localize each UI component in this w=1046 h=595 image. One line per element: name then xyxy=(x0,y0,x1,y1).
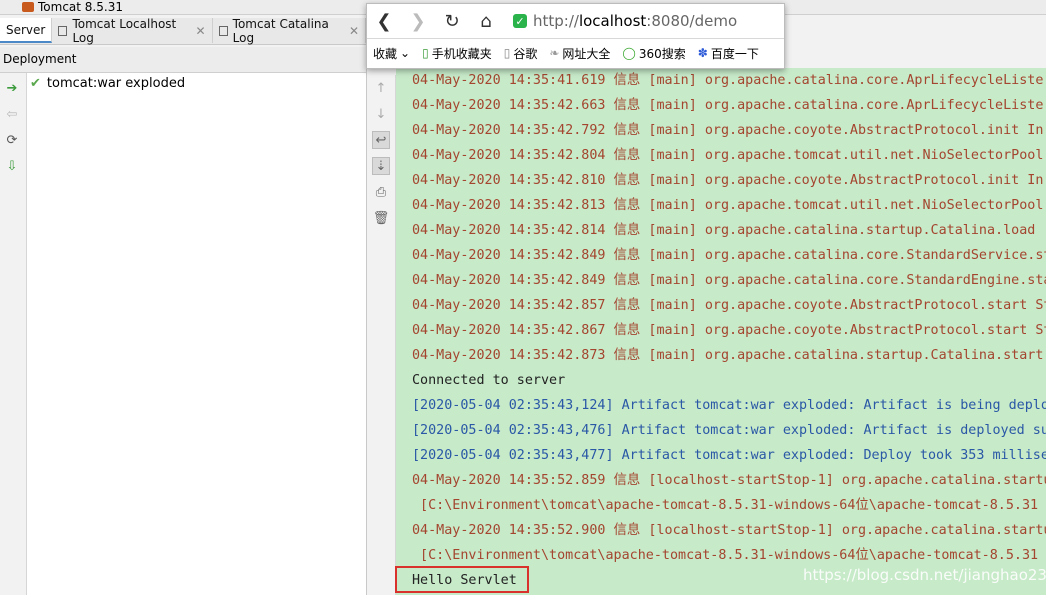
bookmark-label: 收藏 xyxy=(373,46,398,61)
circle-icon: ◯ xyxy=(622,46,636,60)
down-arrow-icon[interactable]: ↓ xyxy=(372,105,390,123)
bookmarks-bar: 收藏 ⌄ ▯ 手机收藏夹 ▯ 谷歌 ❧ 网址大全 ◯ 360搜索 ✽ 百度一下 xyxy=(367,39,784,67)
refresh-icon[interactable]: ⟳ xyxy=(3,131,21,149)
print-icon[interactable]: ⎙ xyxy=(372,183,390,201)
phone-icon: ▯ xyxy=(422,46,429,60)
deploy-all-icon[interactable]: ⇩ xyxy=(3,157,21,175)
home-icon[interactable]: ⌂ xyxy=(469,6,503,36)
page-icon: ▯ xyxy=(503,46,511,60)
deploy-icon[interactable]: ➔ xyxy=(3,79,21,97)
check-icon: ✔ xyxy=(30,76,41,91)
tab-label: Tomcat Localhost Log xyxy=(72,16,177,45)
url-rest: :8080/demo xyxy=(646,12,738,30)
log-line: [C:\Environment\tomcat\apache-tomcat-8.5… xyxy=(412,498,1039,513)
soft-wrap-icon[interactable]: ↩ xyxy=(372,131,390,149)
bookmark-baidu[interactable]: ✽ 百度一下 xyxy=(698,45,759,62)
chevron-down-icon: ⌄ xyxy=(400,46,411,60)
tab-server[interactable]: Server xyxy=(0,18,53,43)
browser-window: ❮ ❯ ↻ ⌂ ✓ http://localhost:8080/demo 收藏 ⌄… xyxy=(366,3,785,69)
run-config-title: Tomcat 8.5.31 xyxy=(38,0,123,14)
paw-icon: ✽ xyxy=(697,46,708,60)
log-line: 04-May-2020 14:35:42.857 信息 [main] org.a… xyxy=(412,298,1046,313)
log-icon xyxy=(58,25,68,36)
log-line: 04-May-2020 14:35:42.813 信息 [main] org.a… xyxy=(412,198,1046,213)
log-line: 04-May-2020 14:35:41.619 信息 [main] org.a… xyxy=(412,73,1044,88)
log-line: 04-May-2020 14:35:42.810 信息 [main] org.a… xyxy=(412,173,1044,188)
log-line: 04-May-2020 14:35:42.867 信息 [main] org.a… xyxy=(412,323,1046,338)
forward-icon[interactable]: ❯ xyxy=(401,6,435,36)
close-icon[interactable]: ✕ xyxy=(349,24,359,38)
log-line: [2020-05-04 02:35:43,477] Artifact tomca… xyxy=(412,448,1046,463)
bookmark-google[interactable]: ▯ 谷歌 xyxy=(504,45,538,62)
watermark: https://blog.csdn.net/jianghao233 xyxy=(803,566,1046,584)
console-toolbar: ↑ ↓ ↩ ⇣ ⎙ 🗑 xyxy=(367,75,396,595)
log-line: [C:\Environment\tomcat\apache-tomcat-8.5… xyxy=(412,548,1039,563)
log-line: 04-May-2020 14:35:42.792 信息 [main] org.a… xyxy=(412,123,1044,138)
tomcat-icon xyxy=(22,2,34,12)
bookmark-360-search[interactable]: ◯ 360搜索 xyxy=(622,45,685,62)
log-line: 04-May-2020 14:35:42.849 信息 [main] org.a… xyxy=(412,273,1046,288)
tab-label: Tomcat Catalina Log xyxy=(232,16,329,45)
url-host: localhost xyxy=(578,12,647,30)
trash-icon[interactable]: 🗑 xyxy=(372,209,390,227)
scroll-to-end-icon[interactable]: ⇣ xyxy=(372,157,390,175)
log-line: 04-May-2020 14:35:52.900 信息 [localhost-s… xyxy=(412,523,1046,538)
leaf-icon: ❧ xyxy=(549,46,560,60)
bookmark-mobile[interactable]: ▯ 手机收藏夹 xyxy=(422,45,492,62)
deployment-toolbar: ➔ ⇦ ⟳ ⇩ xyxy=(0,73,27,595)
bookmark-web-directory[interactable]: ❧ 网址大全 xyxy=(549,45,610,62)
close-icon[interactable]: ✕ xyxy=(196,24,206,38)
up-arrow-icon[interactable]: ↑ xyxy=(372,79,390,97)
deployment-item[interactable]: ✔ tomcat:war exploded xyxy=(30,76,185,91)
back-icon[interactable]: ❮ xyxy=(367,6,401,36)
bookmark-label: 360搜索 xyxy=(638,46,686,61)
deployment-item-label: tomcat:war exploded xyxy=(46,76,186,91)
bookmark-label: 手机收藏夹 xyxy=(431,46,492,61)
log-line: 04-May-2020 14:35:42.663 信息 [main] org.a… xyxy=(412,98,1044,113)
shield-icon: ✓ xyxy=(513,14,527,28)
deployment-header: Deployment xyxy=(0,47,366,73)
bookmark-favorites[interactable]: 收藏 ⌄ xyxy=(373,45,410,62)
tab-tomcat-localhost-log[interactable]: Tomcat Localhost Log ✕ xyxy=(52,16,213,45)
log-line: 04-May-2020 14:35:42.873 信息 [main] org.a… xyxy=(412,348,1044,363)
url-text: http://localhost:8080/demo xyxy=(533,12,737,30)
undeploy-icon[interactable]: ⇦ xyxy=(3,105,21,123)
log-line: Connected to server xyxy=(412,373,566,388)
deployment-pane: Deployment ➔ ⇦ ⟳ ⇩ ✔ tomcat:war exploded xyxy=(0,47,367,595)
address-bar[interactable]: ✓ http://localhost:8080/demo xyxy=(513,12,737,30)
tool-window-tabs: Server Tomcat Localhost Log ✕ Tomcat Cat… xyxy=(0,16,366,45)
reload-icon[interactable]: ↻ xyxy=(435,6,469,36)
log-line: 04-May-2020 14:35:52.859 信息 [localhost-s… xyxy=(412,473,1046,488)
log-line: 04-May-2020 14:35:42.804 信息 [main] org.a… xyxy=(412,148,1046,163)
browser-navbar: ❮ ❯ ↻ ⌂ ✓ http://localhost:8080/demo xyxy=(367,4,784,39)
log-line: [2020-05-04 02:35:43,476] Artifact tomca… xyxy=(412,423,1046,438)
bookmark-label: 谷歌 xyxy=(513,46,538,61)
tab-label: Server xyxy=(6,22,46,37)
run-config-tab[interactable]: Tomcat 8.5.31 xyxy=(22,0,123,14)
log-line: 04-May-2020 14:35:42.814 信息 [main] org.a… xyxy=(412,223,1036,238)
bookmark-label: 网址大全 xyxy=(562,46,611,61)
log-line: [2020-05-04 02:35:43,124] Artifact tomca… xyxy=(412,398,1046,413)
bookmark-label: 百度一下 xyxy=(710,46,759,61)
log-icon xyxy=(218,25,228,36)
highlight-box xyxy=(395,566,529,593)
console-output[interactable]: 04-May-2020 14:35:41.619 信息 [main] org.a… xyxy=(396,68,1046,595)
url-prefix: http:// xyxy=(533,12,579,30)
log-line: 04-May-2020 14:35:42.849 信息 [main] org.a… xyxy=(412,248,1046,263)
tab-tomcat-catalina-log[interactable]: Tomcat Catalina Log ✕ xyxy=(213,16,366,45)
